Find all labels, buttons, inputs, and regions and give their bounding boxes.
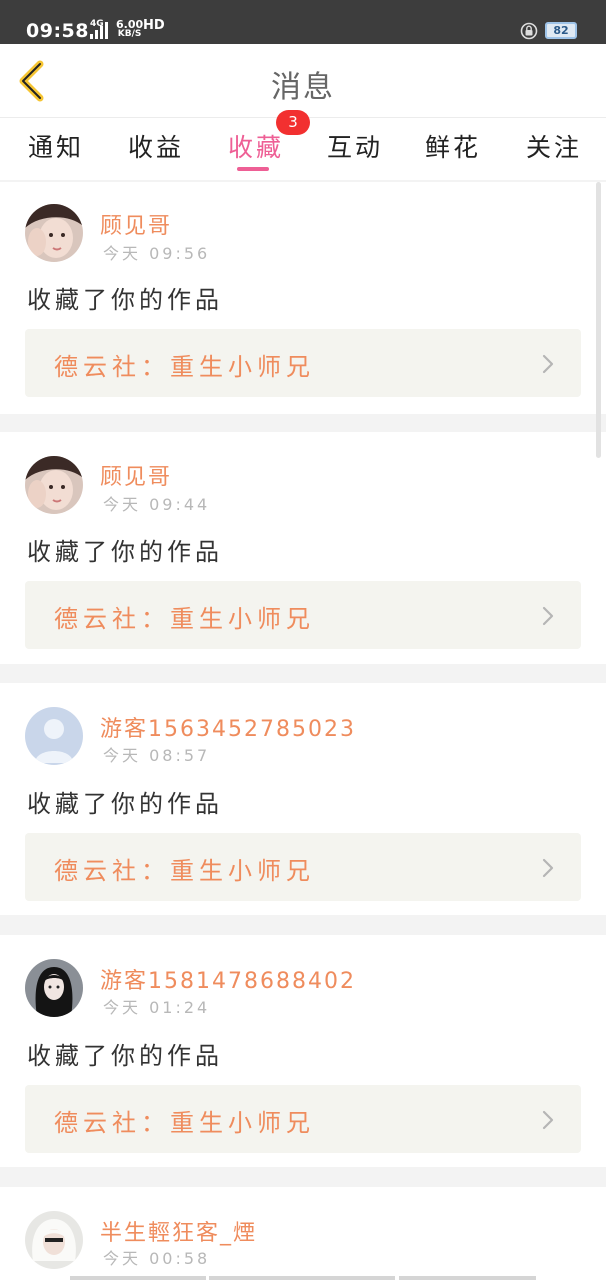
chevron-right-icon (542, 354, 554, 374)
tab-follows[interactable]: 关注 (526, 128, 582, 164)
message-time: 今天 09:56 (103, 244, 211, 263)
dark-hair-girl-avatar-icon (25, 959, 83, 1017)
work-title: 德云社：重生小师兄 (54, 353, 315, 381)
favorites-count-badge: 3 (276, 110, 310, 135)
tab-favorites[interactable]: 收藏 (228, 128, 284, 164)
work-link[interactable]: 德云社：重生小师兄 (25, 1085, 581, 1153)
tab-earnings[interactable]: 收益 (128, 128, 184, 164)
network-speed: 6.00 KB/S (116, 19, 143, 39)
chevron-right-icon (542, 1110, 554, 1130)
message-action: 收藏了你的作品 (27, 538, 223, 566)
scrollbar[interactable] (596, 182, 601, 458)
user-avatar[interactable] (25, 1211, 83, 1269)
tab-flowers[interactable]: 鲜花 (425, 128, 481, 164)
chevron-right-icon (542, 606, 554, 626)
page-title: 消息 (271, 70, 335, 105)
work-link[interactable]: 德云社：重生小师兄 (25, 329, 581, 397)
message-action: 收藏了你的作品 (27, 790, 223, 818)
network-speed-unit: KB/S (117, 29, 142, 39)
rotation-lock-icon (520, 22, 538, 40)
active-tab-indicator (237, 167, 269, 171)
work-link[interactable]: 德云社：重生小师兄 (25, 833, 581, 901)
user-avatar[interactable] (25, 707, 83, 765)
message-card: 顾见哥 今天 09:44 收藏了你的作品 德云社：重生小师兄 (0, 432, 606, 664)
work-title: 德云社：重生小师兄 (54, 1109, 315, 1137)
work-link[interactable]: 德云社：重生小师兄 (25, 581, 581, 649)
bottom-bar-segment (70, 1276, 206, 1280)
username[interactable]: 顾见哥 (100, 208, 172, 240)
message-time: 今天 09:44 (103, 495, 211, 514)
battery-level: 82 (553, 24, 569, 37)
message-action: 收藏了你的作品 (27, 1042, 223, 1070)
message-card: 半生輕狂客_煙 今天 00:58 (0, 1187, 606, 1280)
hd-indicator: HD (143, 18, 165, 33)
username[interactable]: 顾见哥 (100, 459, 172, 491)
user-avatar[interactable] (25, 204, 83, 262)
girl-photo-avatar-icon (25, 456, 83, 514)
message-card: 游客1581478688402 今天 01:24 收藏了你的作品 德云社：重生小… (0, 935, 606, 1167)
network-type: 4G (90, 19, 104, 29)
tab-interactions[interactable]: 互动 (327, 128, 383, 164)
white-hair-avatar-icon (25, 1211, 83, 1269)
message-time: 今天 08:57 (103, 746, 211, 765)
chevron-right-icon (542, 858, 554, 878)
work-title: 德云社：重生小师兄 (54, 605, 315, 633)
username[interactable]: 游客1581478688402 (100, 963, 356, 995)
user-avatar[interactable] (25, 959, 83, 1017)
bottom-bar-segment (399, 1276, 536, 1280)
message-time: 今天 01:24 (103, 998, 211, 1017)
girl-photo-avatar-icon (25, 204, 83, 262)
message-time: 今天 00:58 (103, 1249, 211, 1268)
user-avatar[interactable] (25, 456, 83, 514)
default-user-avatar-icon (25, 707, 83, 765)
battery-icon: 82 (545, 22, 577, 39)
status-bar: 09:58 4G 6.00 KB/S HD 82 (0, 0, 606, 44)
message-card: 游客1563452785023 今天 08:57 收藏了你的作品 德云社：重生小… (0, 683, 606, 915)
message-card: 顾见哥 今天 09:56 收藏了你的作品 德云社：重生小师兄 (0, 182, 606, 414)
tab-notifications[interactable]: 通知 (28, 128, 84, 164)
top-nav-bar: 消息 (0, 44, 606, 118)
bottom-bar-segment (209, 1276, 395, 1280)
message-action: 收藏了你的作品 (27, 286, 223, 314)
username[interactable]: 半生輕狂客_煙 (100, 1215, 257, 1247)
status-time: 09:58 (26, 20, 89, 42)
work-title: 德云社：重生小师兄 (54, 857, 315, 885)
username[interactable]: 游客1563452785023 (100, 711, 356, 743)
